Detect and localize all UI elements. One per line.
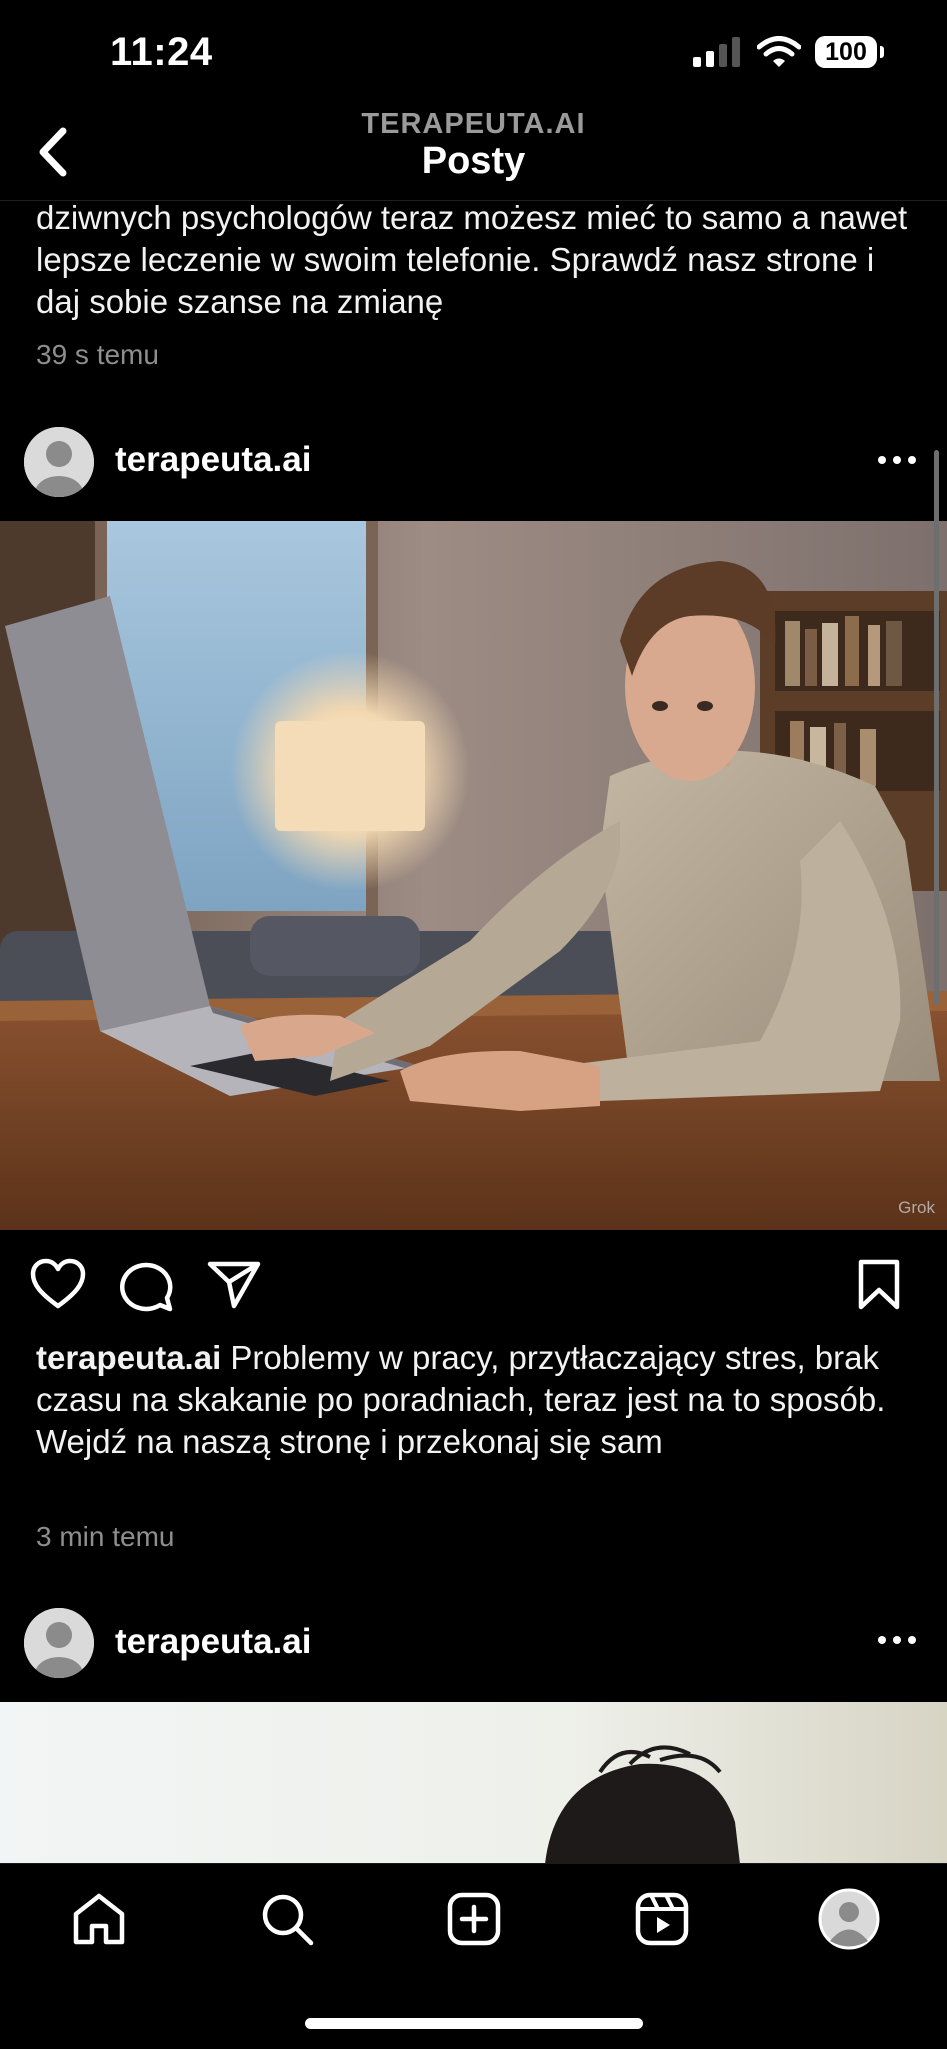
scrollbar[interactable] bbox=[934, 450, 939, 1005]
header-account-name: TERAPEUTA.AI bbox=[361, 108, 586, 140]
reels-icon bbox=[635, 1892, 689, 1946]
tab-reels[interactable] bbox=[627, 1884, 697, 1954]
post-timestamp: 39 s temu bbox=[36, 339, 159, 370]
profile-icon bbox=[818, 1888, 880, 1950]
tab-create[interactable] bbox=[439, 1884, 509, 1954]
post-username[interactable]: terapeuta.ai bbox=[115, 1622, 311, 1662]
comment-icon bbox=[119, 1262, 173, 1312]
post-photo bbox=[0, 521, 947, 1230]
wifi-icon bbox=[757, 36, 801, 67]
post-username[interactable]: terapeuta.ai bbox=[115, 440, 311, 480]
more-icon bbox=[878, 1636, 916, 1644]
post-caption: terapeuta.ai Problemy w pracy, przytłacz… bbox=[36, 1337, 916, 1463]
more-options-button[interactable] bbox=[867, 1620, 927, 1660]
like-button[interactable] bbox=[30, 1258, 86, 1310]
home-icon bbox=[73, 1893, 125, 1945]
avatar[interactable] bbox=[24, 1608, 94, 1678]
send-icon bbox=[207, 1261, 261, 1309]
avatar[interactable] bbox=[24, 427, 94, 497]
status-icons: 100 bbox=[693, 36, 884, 68]
avatar-placeholder-icon bbox=[24, 427, 94, 497]
create-icon bbox=[447, 1892, 501, 1946]
post-photo bbox=[0, 1702, 947, 1864]
signal-icon bbox=[693, 37, 740, 67]
home-indicator[interactable] bbox=[305, 2018, 643, 2029]
page-title: Posty bbox=[421, 140, 526, 182]
caption-text: dziwnych psychologów teraz możesz mieć t… bbox=[36, 199, 908, 320]
battery-indicator: 100 bbox=[815, 36, 884, 68]
comment-button[interactable] bbox=[118, 1258, 174, 1312]
more-options-button[interactable] bbox=[867, 440, 927, 480]
tab-search[interactable] bbox=[252, 1884, 322, 1954]
image-watermark: Grok bbox=[898, 1198, 935, 1217]
more-icon bbox=[878, 456, 916, 464]
post-timestamp: 3 min temu bbox=[36, 1521, 175, 1552]
post-image[interactable]: Grok bbox=[0, 521, 947, 1230]
post-image[interactable] bbox=[0, 1702, 947, 1864]
heart-icon bbox=[30, 1258, 86, 1309]
status-time: 11:24 bbox=[110, 30, 213, 74]
share-button[interactable] bbox=[206, 1258, 262, 1312]
post-caption: dziwnych psychologów teraz możesz mieć t… bbox=[36, 197, 916, 323]
caption-username[interactable]: terapeuta.ai bbox=[36, 1339, 221, 1376]
bookmark-icon bbox=[858, 1259, 900, 1310]
tab-profile[interactable] bbox=[814, 1884, 884, 1954]
save-button[interactable] bbox=[856, 1258, 902, 1312]
avatar-placeholder-icon bbox=[24, 1608, 94, 1678]
search-icon bbox=[262, 1894, 314, 1946]
tab-home[interactable] bbox=[64, 1884, 134, 1954]
